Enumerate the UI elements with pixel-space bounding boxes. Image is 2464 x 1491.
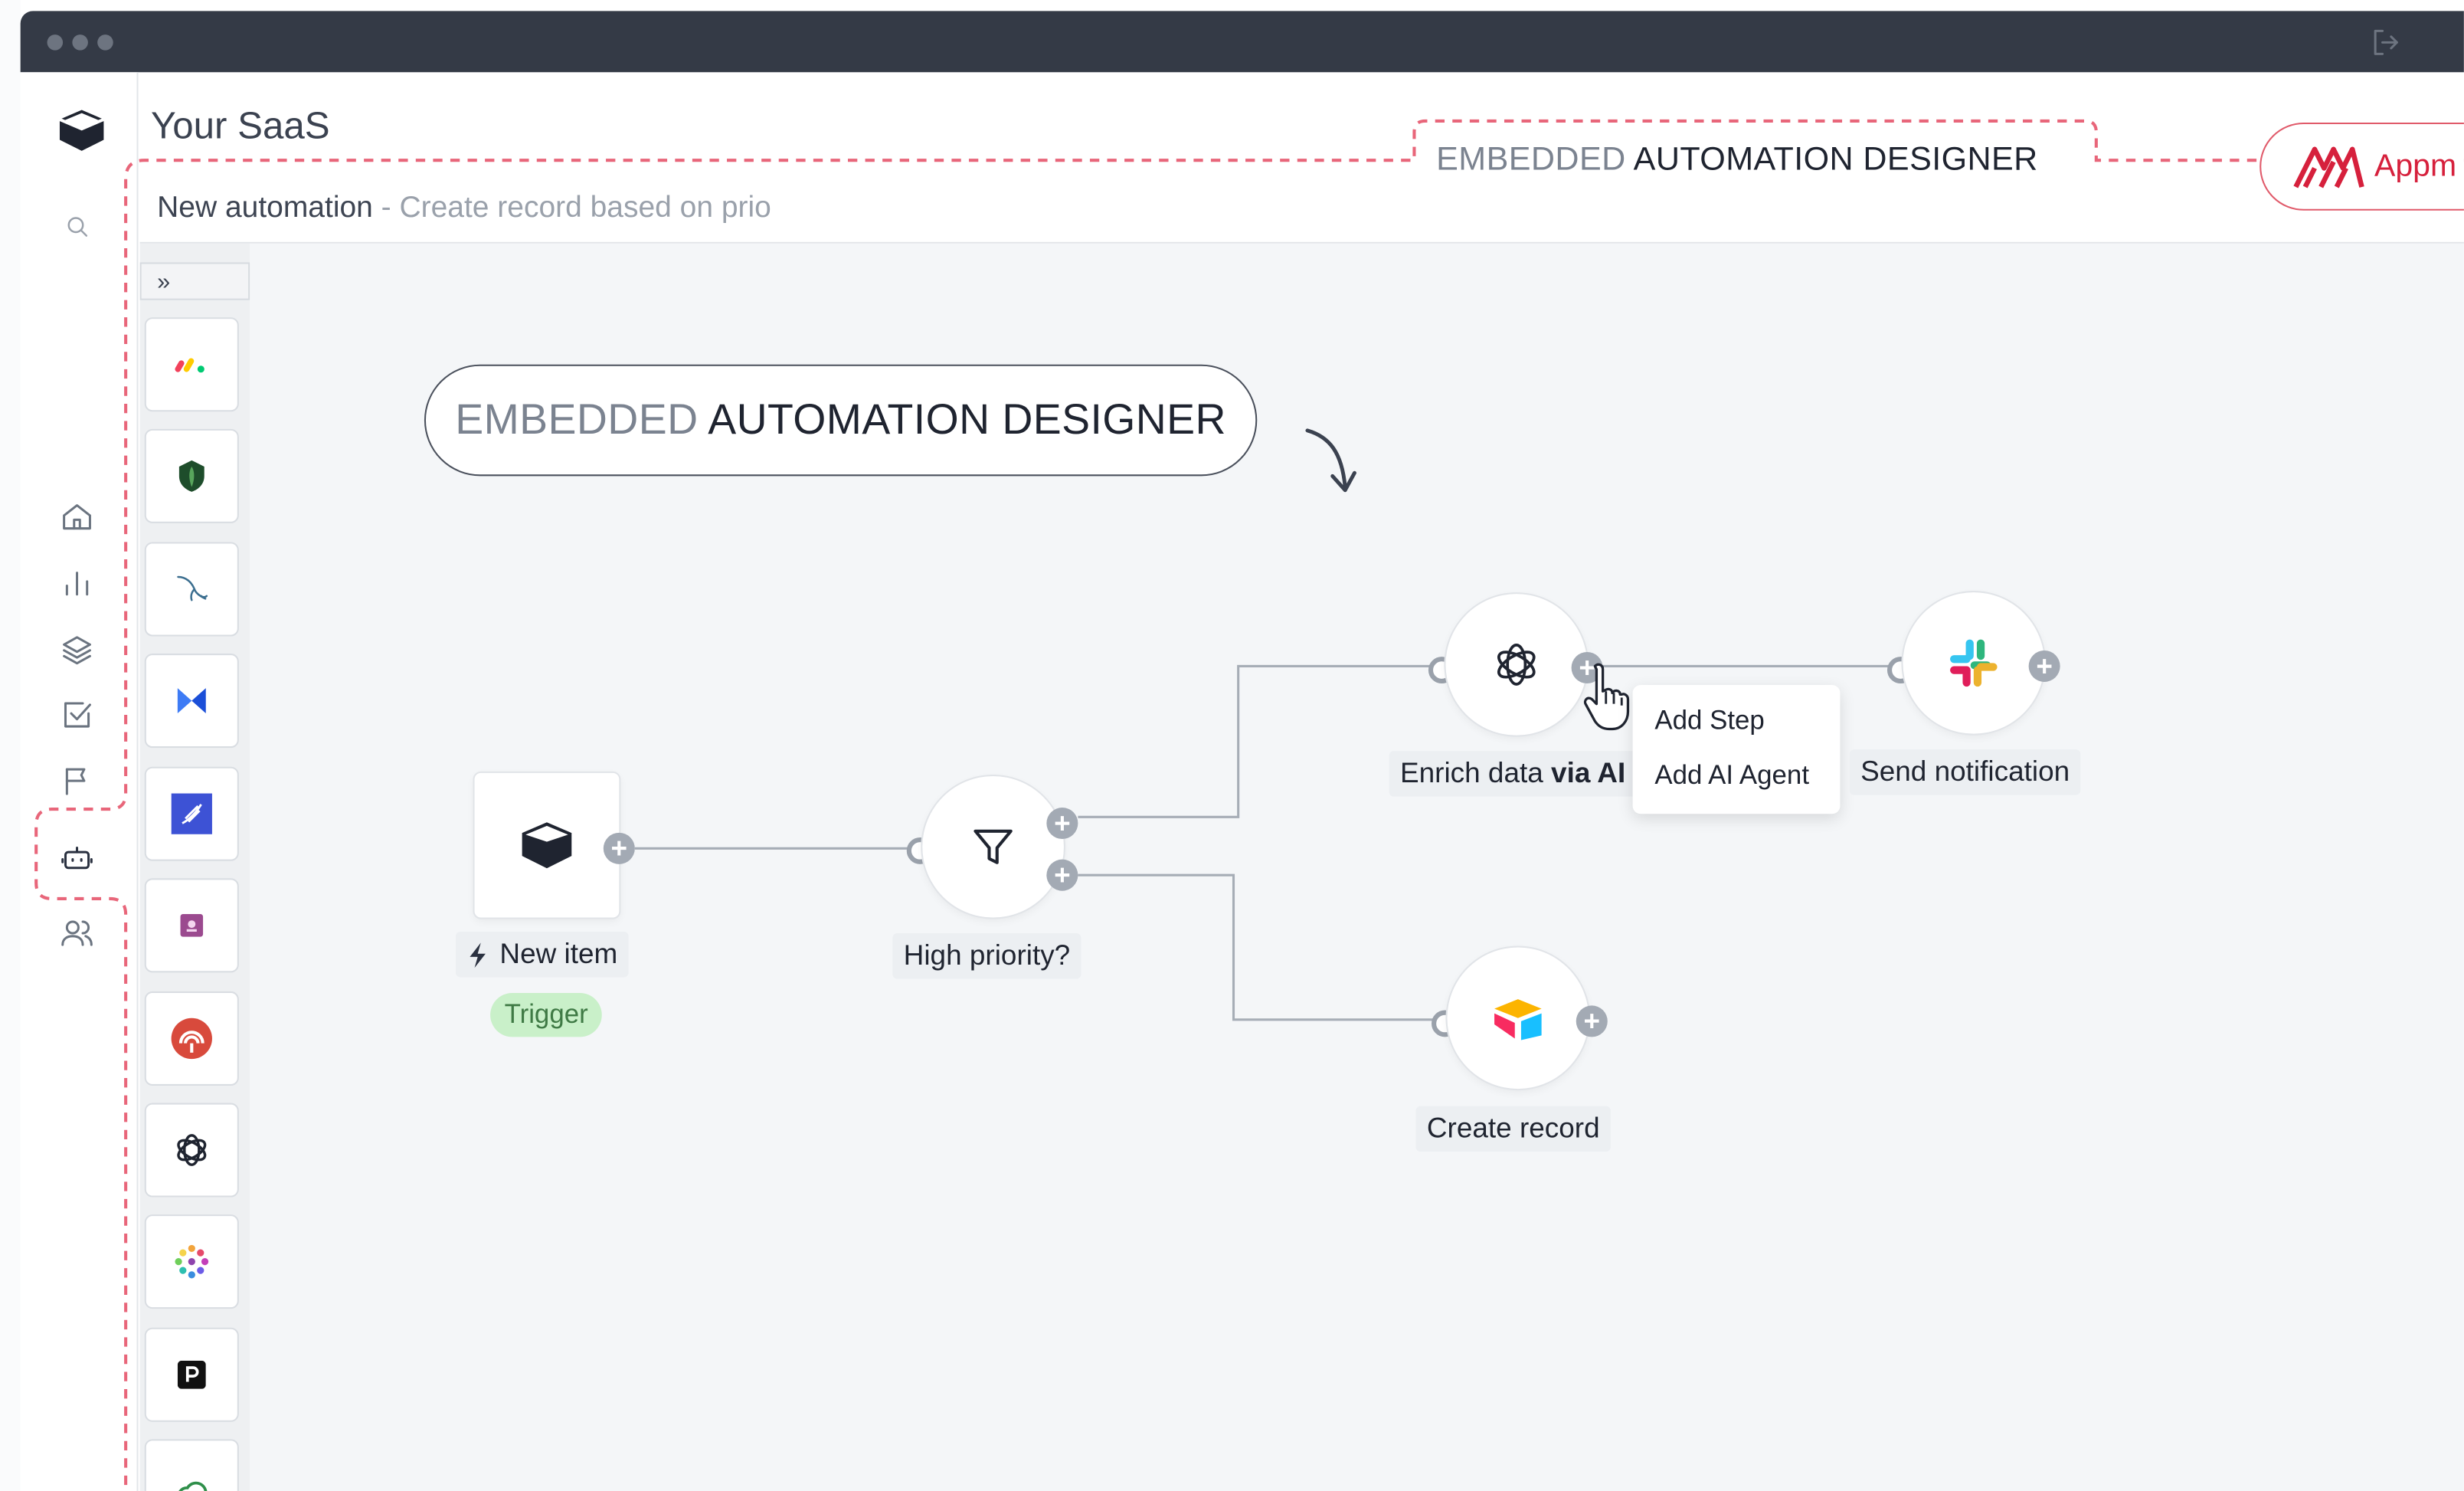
ai-node-label-bold: via AI	[1551, 757, 1626, 789]
slack-node[interactable]	[1903, 592, 2045, 734]
add-step-button-false[interactable]: +	[1046, 859, 1078, 891]
appmixer-logo-icon	[2293, 146, 2364, 188]
funnel-icon	[973, 829, 1013, 864]
hand-cursor-icon	[1579, 660, 1636, 732]
ai-node[interactable]	[1445, 594, 1588, 736]
menu-item-add-ai-agent[interactable]: Add AI Agent	[1654, 760, 1809, 791]
add-step-button-true[interactable]: +	[1046, 808, 1078, 840]
trigger-node-label: New item	[455, 932, 629, 978]
airtable-node-label: Create record	[1415, 1106, 1612, 1152]
openai-icon	[1497, 643, 1536, 686]
tag-light-text: EMBEDDED	[1436, 141, 1626, 178]
appmixer-badge-text: Appm	[2374, 148, 2457, 183]
trigger-badge: Trigger	[490, 992, 603, 1037]
context-menu: Add Step Add AI Agent	[1632, 685, 1841, 814]
appmixer-badge[interactable]: Appm	[2259, 122, 2464, 211]
airtable-node[interactable]	[1447, 947, 1589, 1090]
flow-connections	[634, 664, 1890, 1021]
airtable-icon	[1494, 999, 1542, 1040]
add-step-button[interactable]: +	[2028, 650, 2060, 682]
add-step-button[interactable]: +	[603, 832, 635, 864]
trigger-node-label-text: New item	[499, 938, 618, 970]
slack-icon	[1950, 639, 1998, 687]
ai-node-label-plain: Enrich data	[1399, 757, 1552, 789]
embedded-designer-tag: EMBEDDED AUTOMATION DESIGNER	[1426, 141, 2048, 179]
menu-item-add-step[interactable]: Add Step	[1654, 706, 1765, 737]
add-step-button[interactable]: +	[1576, 1005, 1608, 1037]
filter-node[interactable]	[922, 775, 1064, 918]
box-logo-icon	[522, 822, 572, 869]
filter-node-label: High priority?	[892, 933, 1081, 979]
tag-dark-text: AUTOMATION DESIGNER	[1633, 141, 2038, 178]
trigger-node[interactable]	[474, 772, 620, 918]
bolt-icon	[470, 942, 486, 968]
stage: Your SaaS New automation - Create record…	[0, 0, 2464, 1491]
slack-node-label: Send notification	[1849, 749, 2081, 795]
